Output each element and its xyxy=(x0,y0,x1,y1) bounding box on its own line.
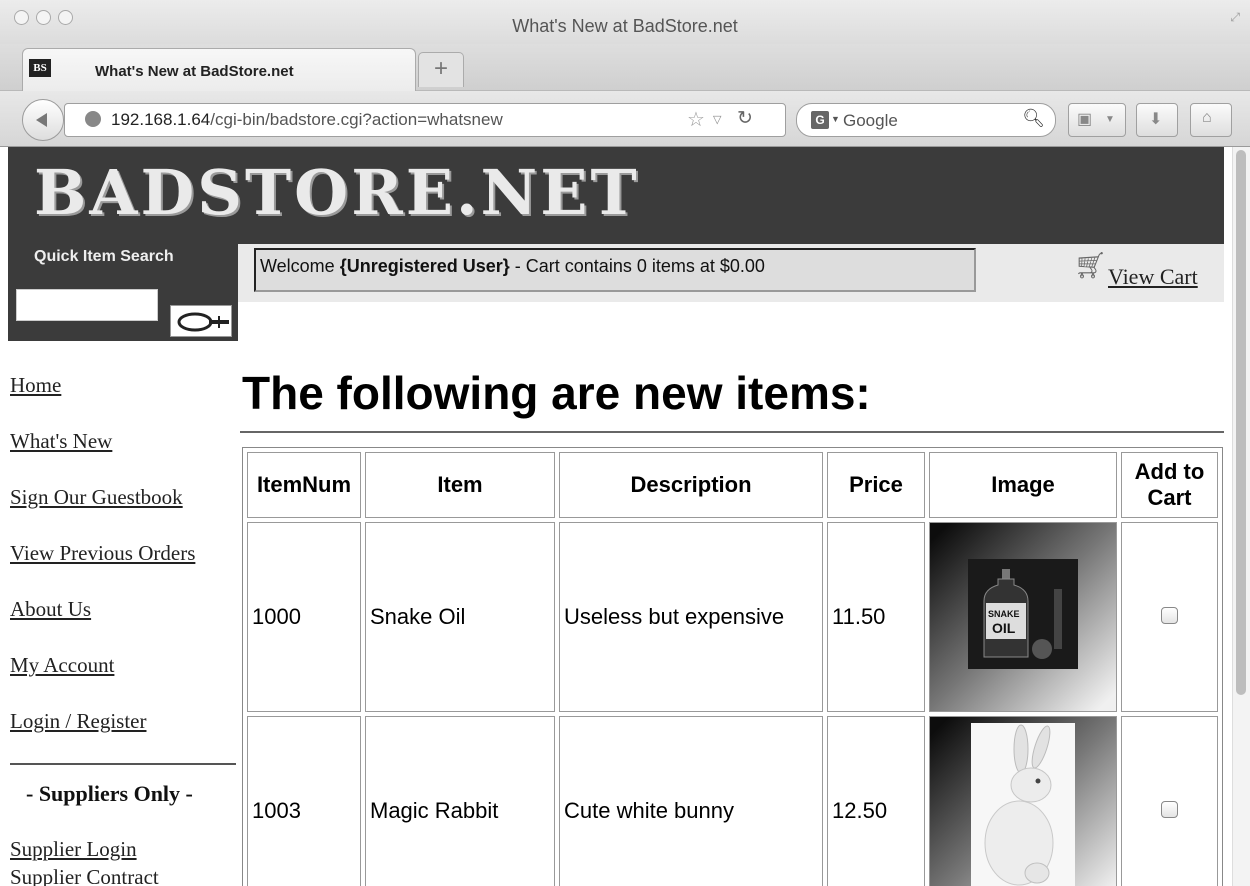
white-rabbit-image xyxy=(971,723,1075,886)
home-button[interactable]: ⌂ xyxy=(1190,103,1232,137)
view-cart-link[interactable]: View Cart xyxy=(1108,264,1198,290)
nav-about-us-link[interactable]: About Us xyxy=(10,597,91,622)
column-header-description: Description xyxy=(559,452,823,518)
page-viewport: BADSTORE.NET Quick Item Search Welcome {… xyxy=(0,147,1232,886)
navigation-toolbar: 192.168.1.64/cgi-bin/badstore.cgi?action… xyxy=(0,91,1250,147)
column-header-price: Price xyxy=(827,452,925,518)
url-text: 192.168.1.64/cgi-bin/badstore.cgi?action… xyxy=(111,110,503,130)
url-dropdown-icon[interactable]: ▽ xyxy=(713,113,721,126)
welcome-message: Welcome {Unregistered User} - Cart conta… xyxy=(260,256,765,277)
cell-image xyxy=(929,716,1117,886)
window-titlebar: What's New at BadStore.net ⤢ xyxy=(0,0,1250,44)
bookmarks-dropdown-icon: ▼ xyxy=(1105,114,1115,125)
table-header-row: ItemNum Item Description Price Image Add… xyxy=(247,452,1218,518)
add-to-cart-checkbox[interactable] xyxy=(1161,801,1178,818)
downloads-button[interactable]: ⬇ xyxy=(1136,103,1178,137)
url-host: 192.168.1.64 xyxy=(111,110,211,129)
nav-previous-orders-link[interactable]: View Previous Orders xyxy=(10,541,195,566)
magnifier-glyph-icon xyxy=(177,312,229,332)
nav-divider xyxy=(10,763,236,765)
cell-image: SNAKE OIL xyxy=(929,522,1117,712)
cell-item: Snake Oil xyxy=(365,522,555,712)
nav-my-account-link[interactable]: My Account xyxy=(10,653,114,678)
back-button[interactable] xyxy=(22,99,64,141)
cell-itemnum: 1003 xyxy=(247,716,361,886)
welcome-prefix: Welcome xyxy=(260,256,340,276)
search-icon[interactable]: 🔍︎ xyxy=(1022,108,1045,129)
bookmarks-menu-button[interactable]: ▣ ▼ xyxy=(1068,103,1126,137)
cell-description: Cute white bunny xyxy=(559,716,823,886)
url-path: /cgi-bin/badstore.cgi?action=whatsnew xyxy=(210,110,503,129)
search-go-icon[interactable] xyxy=(170,305,232,337)
search-bar[interactable]: G ▼ Google 🔍︎ xyxy=(796,103,1056,137)
cell-add-to-cart xyxy=(1121,716,1218,886)
svg-text:OIL: OIL xyxy=(992,620,1016,636)
search-placeholder: Google xyxy=(843,111,898,130)
fullscreen-icon[interactable]: ⤢ xyxy=(1230,10,1240,25)
welcome-suffix: - Cart contains 0 items at $0.00 xyxy=(509,256,765,276)
scrollbar-thumb[interactable] xyxy=(1236,150,1246,695)
back-arrow-icon xyxy=(36,113,47,127)
download-arrow-icon: ⬇ xyxy=(1149,111,1163,128)
column-header-itemnum: ItemNum xyxy=(247,452,361,518)
cell-price: 11.50 xyxy=(827,522,925,712)
nav-whats-new-link[interactable]: What's New xyxy=(10,429,112,454)
page-title: The following are new items: xyxy=(242,366,871,419)
globe-icon xyxy=(85,111,101,127)
cell-price: 12.50 xyxy=(827,716,925,886)
cell-itemnum: 1000 xyxy=(247,522,361,712)
google-search-engine-icon[interactable]: G xyxy=(811,111,829,129)
column-header-add-to-cart: Add to Cart xyxy=(1121,452,1218,518)
welcome-strip: Welcome {Unregistered User} - Cart conta… xyxy=(238,244,1224,302)
nav-supplier-contract-link[interactable]: Supplier Contract xyxy=(10,865,159,886)
welcome-user: {Unregistered User} xyxy=(339,256,510,276)
badstore-favicon-icon: BS xyxy=(29,59,51,77)
svg-text:SNAKE: SNAKE xyxy=(988,609,1020,619)
bookmarks-icon: ▣ xyxy=(1077,111,1093,128)
cell-item: Magic Rabbit xyxy=(365,716,555,886)
reload-icon[interactable]: ↻ xyxy=(737,107,753,130)
table-row: 1003 Magic Rabbit Cute white bunny 12.50 xyxy=(247,716,1218,886)
snake-oil-bottle-image: SNAKE OIL xyxy=(968,559,1078,669)
nav-guestbook-link[interactable]: Sign Our Guestbook xyxy=(10,485,183,510)
window-title: What's New at BadStore.net xyxy=(512,16,738,36)
new-items-table: ItemNum Item Description Price Image Add… xyxy=(242,447,1223,886)
quick-search-panel: Quick Item Search xyxy=(8,244,238,341)
table-row: 1000 Snake Oil Useless but expensive 11.… xyxy=(247,522,1218,712)
address-bar[interactable]: 192.168.1.64/cgi-bin/badstore.cgi?action… xyxy=(64,103,786,137)
welcome-message-box: Welcome {Unregistered User} - Cart conta… xyxy=(254,248,976,292)
shopping-cart-icon[interactable]: 🛒︎ xyxy=(1074,250,1107,281)
cell-add-to-cart xyxy=(1121,522,1218,712)
home-icon: ⌂ xyxy=(1202,109,1212,126)
column-header-image: Image xyxy=(929,452,1117,518)
suppliers-heading: - Suppliers Only - xyxy=(26,781,193,806)
site-banner: BADSTORE.NET xyxy=(8,147,1224,244)
bookmark-star-icon[interactable]: ☆ xyxy=(687,107,705,132)
quick-search-input[interactable] xyxy=(16,289,158,321)
nav-home-link[interactable]: Home xyxy=(10,373,61,398)
badstore-logo: BADSTORE.NET xyxy=(34,156,640,229)
tab-whats-new[interactable]: BS What's New at BadStore.net xyxy=(22,48,416,91)
column-header-item: Item xyxy=(365,452,555,518)
quick-search-label: Quick Item Search xyxy=(34,248,174,265)
cell-description: Useless but expensive xyxy=(559,522,823,712)
engine-dropdown-icon[interactable]: ▼ xyxy=(831,114,840,124)
nav-login-register-link[interactable]: Login / Register xyxy=(10,709,146,734)
heading-divider xyxy=(240,431,1224,433)
new-tab-button[interactable]: + xyxy=(418,52,464,87)
tab-title: What's New at BadStore.net xyxy=(95,63,294,80)
nav-supplier-login-link[interactable]: Supplier Login xyxy=(10,837,137,862)
tab-strip: BS What's New at BadStore.net + xyxy=(0,44,1250,91)
add-to-cart-checkbox[interactable] xyxy=(1161,607,1178,624)
